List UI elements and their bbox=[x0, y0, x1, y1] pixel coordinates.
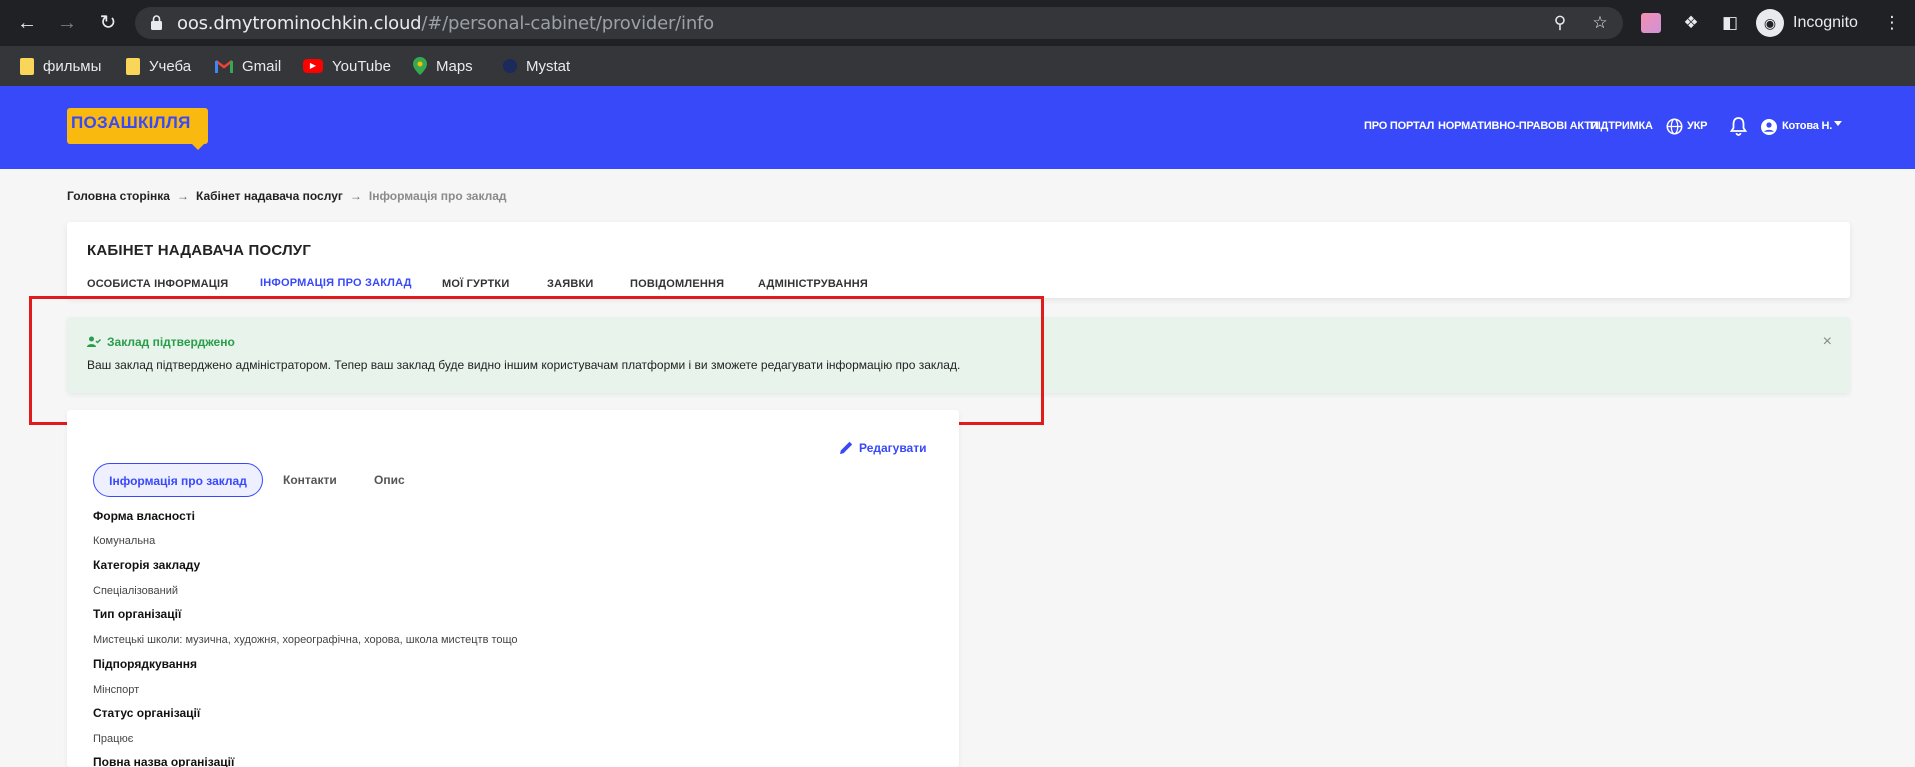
back-icon[interactable]: ← bbox=[15, 11, 39, 35]
incognito-label: Incognito bbox=[1793, 14, 1858, 31]
youtube-icon: ▶ bbox=[303, 59, 323, 73]
panel-tab-description[interactable]: Опис bbox=[374, 463, 405, 497]
bookmark-ucheba[interactable]: Учеба bbox=[126, 56, 191, 76]
bookmark-mystat[interactable]: Mystat bbox=[503, 56, 570, 76]
field-label: Форма власності bbox=[93, 509, 195, 523]
user-icon[interactable] bbox=[1761, 119, 1777, 135]
bookmark-label: Maps bbox=[436, 57, 473, 75]
forward-icon[interactable]: → bbox=[55, 11, 79, 35]
field-value: Мистецькі школи: музична, художня, хорео… bbox=[93, 634, 518, 646]
close-icon[interactable]: × bbox=[1823, 333, 1832, 351]
nav-legal-link[interactable]: НОРМАТИВНО-ПРАВОВІ АКТИ bbox=[1438, 120, 1599, 132]
field-label: Підпорядкування bbox=[93, 657, 198, 671]
field-value: Спеціалізований bbox=[93, 585, 178, 597]
tab-messages[interactable]: ПОВІДОМЛЕННЯ bbox=[630, 278, 724, 290]
field-value: Комунальна bbox=[93, 535, 156, 547]
logo-text: ПОЗАШКІЛЛЯ bbox=[71, 113, 191, 132]
bookmark-youtube[interactable]: ▶ YouTube bbox=[303, 56, 391, 76]
extension-icon[interactable] bbox=[1641, 13, 1661, 33]
tab-institution-info[interactable]: ІНФОРМАЦІЯ ПРО ЗАКЛАД bbox=[260, 277, 412, 289]
bookmark-label: Учеба bbox=[149, 57, 192, 75]
field-label: Статус організації bbox=[93, 706, 201, 720]
pencil-icon bbox=[840, 441, 853, 454]
address-bar[interactable]: oos.dmytrominochkin.cloud/#/personal-cab… bbox=[135, 7, 1623, 39]
breadcrumb-cabinet[interactable]: Кабінет надавача послуг bbox=[196, 189, 343, 203]
bookmark-filmy[interactable]: фильмы bbox=[20, 56, 101, 76]
gmail-icon bbox=[215, 60, 233, 73]
reload-icon[interactable]: ↻ bbox=[96, 11, 120, 35]
arrow-right-icon: → bbox=[176, 189, 189, 203]
field-value: Мінспорт bbox=[93, 684, 140, 696]
breadcrumb-current: Інформація про заклад bbox=[368, 189, 507, 203]
folder-icon bbox=[20, 57, 34, 75]
globe-icon[interactable] bbox=[1666, 118, 1683, 135]
site-logo[interactable]: ПОЗАШКІЛЛЯ bbox=[67, 108, 208, 150]
zoom-icon[interactable]: ⚲ bbox=[1550, 13, 1570, 33]
cabinet-card: КАБІНЕТ НАДАВАЧА ПОСЛУГ ОСОБИСТА ІНФОРМА… bbox=[67, 222, 1850, 298]
field-label: Тип організації bbox=[93, 607, 182, 621]
highlight-frame bbox=[29, 296, 1044, 425]
folder-icon bbox=[126, 57, 140, 75]
menu-icon[interactable]: ⋮ bbox=[1880, 11, 1904, 35]
chevron-down-icon[interactable] bbox=[1834, 121, 1842, 126]
maps-icon bbox=[413, 57, 427, 75]
edit-label: Редагувати bbox=[859, 440, 927, 455]
bookmark-label: Mystat bbox=[526, 57, 571, 75]
tab-my-clubs[interactable]: МОЇ ГУРТКИ bbox=[442, 278, 509, 290]
page-title: КАБІНЕТ НАДАВАЧА ПОСЛУГ bbox=[87, 242, 312, 259]
lock-icon bbox=[151, 15, 162, 30]
incognito-icon: ◉ bbox=[1756, 9, 1784, 37]
bookmarks-bar bbox=[0, 46, 1915, 86]
bell-icon[interactable] bbox=[1730, 117, 1747, 136]
user-menu[interactable]: Котова Н. bbox=[1782, 120, 1832, 132]
arrow-right-icon: → bbox=[349, 189, 362, 203]
panel-tab-info[interactable]: Інформація про заклад bbox=[93, 463, 263, 497]
breadcrumb: Головна сторінка → Кабінет надавача посл… bbox=[67, 189, 507, 203]
bookmark-label: фильмы bbox=[43, 57, 102, 75]
tab-applications[interactable]: ЗАЯВКИ bbox=[547, 278, 594, 290]
field-label: Категорія закладу bbox=[93, 558, 201, 572]
breadcrumb-home[interactable]: Головна сторінка bbox=[67, 189, 170, 203]
incognito-profile[interactable]: ◉ Incognito bbox=[1756, 9, 1858, 37]
bookmark-maps[interactable]: Maps bbox=[413, 56, 473, 76]
star-icon[interactable]: ☆ bbox=[1590, 13, 1610, 33]
bookmark-label: Gmail bbox=[242, 57, 282, 75]
url-path: /#/personal-cabinet/provider/info bbox=[421, 13, 714, 34]
language-switcher[interactable]: УКР bbox=[1687, 120, 1707, 132]
mystat-icon bbox=[503, 59, 517, 73]
tab-administration[interactable]: АДМІНІСТРУВАННЯ bbox=[758, 278, 868, 290]
field-value: Працює bbox=[93, 733, 134, 745]
puzzle-icon[interactable]: ❖ bbox=[1679, 11, 1703, 35]
edit-button[interactable]: Редагувати bbox=[839, 440, 927, 455]
url-text: oos.dmytrominochkin.cloud/#/personal-cab… bbox=[177, 13, 714, 34]
nav-support-link[interactable]: ПІДТРИМКА bbox=[1590, 120, 1653, 132]
field-label: Повна назва організації bbox=[93, 755, 235, 767]
bookmark-gmail[interactable]: Gmail bbox=[215, 56, 281, 76]
nav-about-link[interactable]: ПРО ПОРТАЛ bbox=[1364, 120, 1434, 132]
bookmark-label: YouTube bbox=[332, 57, 391, 75]
url-host: oos.dmytrominochkin.cloud bbox=[177, 13, 422, 34]
sidepanel-icon[interactable]: ◧ bbox=[1718, 11, 1742, 35]
panel-tab-contacts[interactable]: Контакти bbox=[283, 463, 337, 497]
tab-personal-info[interactable]: ОСОБИСТА ІНФОРМАЦІЯ bbox=[87, 278, 228, 290]
